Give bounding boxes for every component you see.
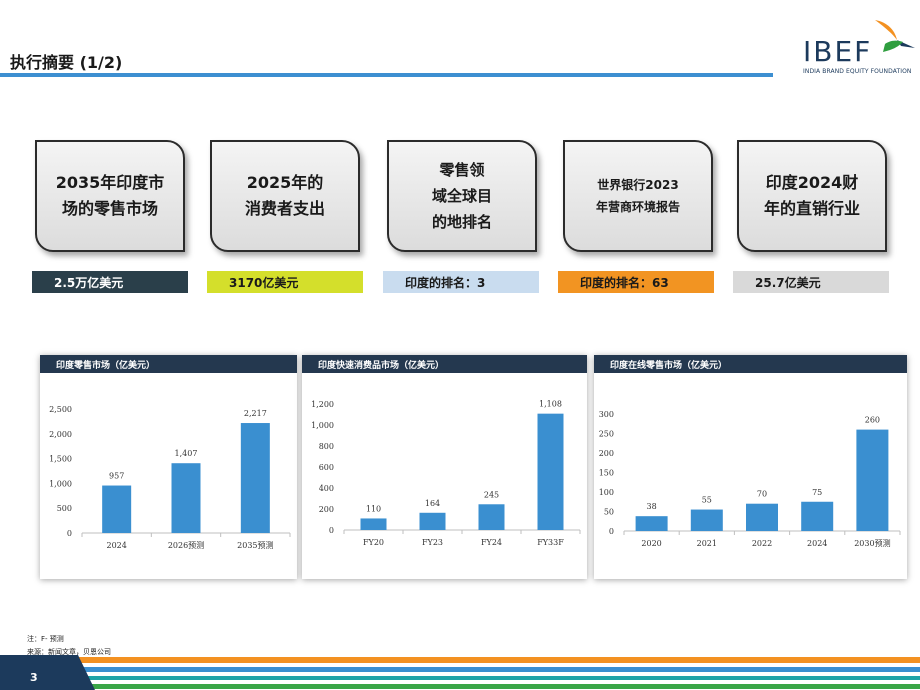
page-title: 执行摘要 (1/2) <box>10 53 123 72</box>
y-tick-label: 0 <box>67 529 72 538</box>
logo-wordmark: IBEF <box>803 35 873 68</box>
card-label: 零售领 域全球目 的地排名 <box>431 161 492 231</box>
card-value-tag: 2.5万亿美元 <box>32 271 188 293</box>
data-label: 38 <box>647 502 657 511</box>
x-tick-label: 2030预测 <box>854 538 890 548</box>
bar <box>635 516 668 531</box>
y-tick-label: 2,000 <box>49 430 72 439</box>
retail-market-bar-chart: 0 500 1,000 1,500 2,000 2,500 957 2024 1,407 2026… <box>49 405 291 550</box>
y-tick-label: 0 <box>329 526 334 535</box>
x-tick-label: 2022 <box>752 539 772 548</box>
data-label: 75 <box>812 488 822 497</box>
card-value-tag: 印度的排名：63 <box>558 271 714 293</box>
x-tick-label: FY24 <box>481 538 502 547</box>
data-label: 260 <box>865 416 880 425</box>
x-tick-label: 2020 <box>641 539 661 548</box>
bar <box>856 429 889 531</box>
data-label: 1,407 <box>175 449 198 458</box>
chart-panel-retail-market: 印度零售市场（亿美元） 0 500 1,000 1,500 2,000 2,500 957 2… <box>40 355 297 579</box>
card-value-tag: 25.7亿美元 <box>733 271 889 293</box>
ibef-logo: IBEF INDIA BRAND EQUITY FOUNDATION <box>803 18 919 78</box>
x-tick-label: 2026预测 <box>168 540 204 550</box>
bar <box>240 423 270 533</box>
chart-title: 印度快速消费品市场（亿美元） <box>302 355 587 373</box>
y-tick-label: 1,000 <box>311 421 334 430</box>
logo-subtitle: INDIA BRAND EQUITY FOUNDATION <box>803 68 912 75</box>
title-divider <box>0 73 773 77</box>
data-label: 164 <box>425 499 440 508</box>
fmcg-market-bar-chart: 0 200 400 600 800 1,000 1,200 110 FY20 164 FY23 245… <box>311 400 581 547</box>
y-tick-label: 1,200 <box>311 400 334 409</box>
x-tick-label: 2024 <box>807 539 827 548</box>
y-tick-label: 250 <box>599 430 614 439</box>
y-tick-label: 1,000 <box>49 479 72 488</box>
y-tick-label: 50 <box>604 508 614 517</box>
x-tick-label: FY33F <box>537 538 564 547</box>
chart-panel-online-retail: 印度在线零售市场（亿美元） 0 50 100 150 200 250 300 38 2020 55… <box>594 355 907 579</box>
card-value-tag: 3170亿美元 <box>207 271 363 293</box>
y-tick-label: 2,500 <box>49 405 72 414</box>
card-retail-market-2035: 2035年印度市 场的零售市场 <box>35 140 185 252</box>
bar <box>478 504 505 530</box>
x-tick-label: FY20 <box>363 538 384 547</box>
bar <box>801 501 834 531</box>
y-tick-label: 500 <box>57 504 72 513</box>
bar <box>102 485 132 533</box>
y-tick-label: 0 <box>609 527 614 536</box>
chart-title: 印度在线零售市场（亿美元） <box>594 355 907 373</box>
data-label: 2,217 <box>244 409 267 418</box>
card-value-tag: 印度的排名：3 <box>383 271 539 293</box>
y-tick-label: 100 <box>599 488 614 497</box>
card-retail-destination-rank: 零售领 域全球目 的地排名 <box>387 140 537 252</box>
footer-stripes <box>0 655 920 690</box>
online-retail-bar-chart: 0 50 100 150 200 250 300 38 2020 55 2021 70 2022 75 20… <box>599 410 901 548</box>
x-tick-label: 2024 <box>106 541 126 550</box>
card-direct-selling-2024: 印度2024财 年的直销行业 <box>737 140 887 252</box>
chart-panel-fmcg-market: 印度快速消费品市场（亿美元） 0 200 400 600 800 1,000 1,200 11… <box>302 355 587 579</box>
card-label: 印度2024财 年的直销行业 <box>763 173 860 218</box>
data-label: 1,108 <box>539 400 562 409</box>
data-label: 70 <box>757 490 767 499</box>
y-tick-label: 1,500 <box>49 455 72 464</box>
y-tick-label: 400 <box>319 484 334 493</box>
bar <box>171 463 201 533</box>
footnote: 注：F- 预测 <box>27 635 64 643</box>
bar <box>537 413 564 530</box>
data-label: 245 <box>484 490 499 499</box>
data-label: 55 <box>702 496 712 505</box>
y-tick-label: 800 <box>319 442 334 451</box>
card-label: 2035年印度市 场的零售市场 <box>55 173 165 218</box>
card-ease-of-business-rank: 世界银行2023 年营商环境报告 <box>563 140 713 252</box>
bird-logo-icon <box>875 20 915 52</box>
bar <box>746 503 778 531</box>
chart-title: 印度零售市场（亿美元） <box>40 355 297 373</box>
data-label: 110 <box>366 504 381 513</box>
y-tick-label: 300 <box>599 410 614 419</box>
bar <box>690 509 723 531</box>
card-label: 2025年的 消费者支出 <box>244 173 325 218</box>
y-tick-label: 200 <box>319 505 334 514</box>
data-label: 957 <box>109 472 124 481</box>
page-number: 3 <box>30 671 38 684</box>
card-consumer-spending-2025: 2025年的 消费者支出 <box>210 140 360 252</box>
y-tick-label: 600 <box>319 463 334 472</box>
card-label: 世界银行2023 年营商环境报告 <box>595 178 680 214</box>
x-tick-label: 2021 <box>697 539 717 548</box>
y-tick-label: 200 <box>599 449 614 458</box>
x-tick-label: FY23 <box>422 538 443 547</box>
x-tick-label: 2035预测 <box>237 540 273 550</box>
bar <box>419 512 446 530</box>
y-tick-label: 150 <box>599 469 614 478</box>
bar <box>360 518 387 530</box>
